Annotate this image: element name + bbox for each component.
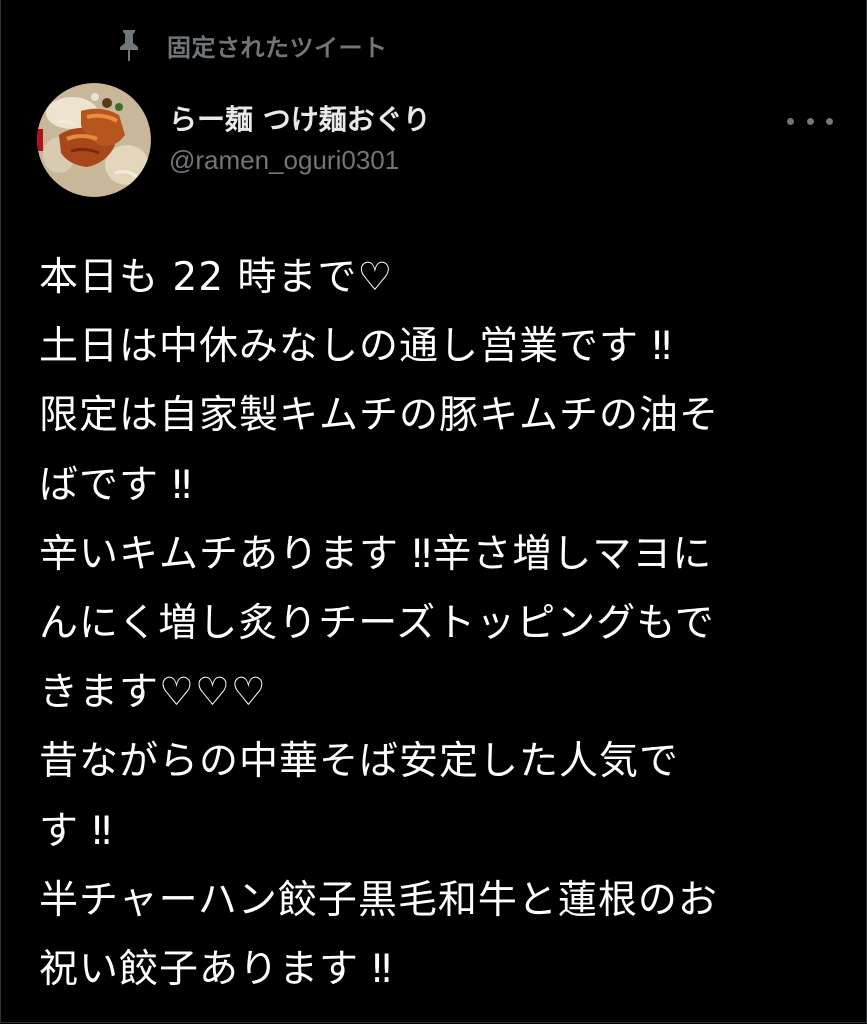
user-handle[interactable]: @ramen_oguri0301	[169, 142, 431, 178]
avatar[interactable]	[37, 83, 151, 197]
tweet-line: 本日も 22 時まで♡	[39, 255, 394, 300]
tweet-line: 土日は中休みなしの通し営業です ‼︎	[39, 324, 673, 370]
tweet-line: 半チャーハン餃子黒毛和牛と蓮根のお	[39, 877, 718, 923]
tweet-line: 限定は自家製キムチの豚キムチの油そ	[39, 393, 720, 439]
tweet-line: 辛いキムチあります ‼︎辛さ増しマヨに	[39, 531, 713, 577]
pinned-indicator: 固定されたツイート	[113, 26, 388, 64]
author-info[interactable]: らー麺 つけ麺おぐり @ramen_oguri0301	[169, 100, 431, 178]
tweet-line: 昔ながらの中華そば安定した人気で	[39, 739, 680, 785]
tweet-line: ばです ‼︎	[39, 462, 193, 508]
tweet-line: す ‼︎	[39, 808, 113, 854]
pin-icon	[113, 27, 145, 63]
pinned-label: 固定されたツイート	[167, 33, 388, 62]
tweet-line: 祝い餃子あります ‼︎	[39, 947, 393, 993]
tweet-container[interactable]: 固定されたツイート らー麺 つけ麺おぐり @ramen_oguri0301 本日…	[0, 0, 867, 1023]
display-name[interactable]: らー麺 つけ麺おぐり	[169, 100, 431, 140]
tweet-line: きます♡♡♡	[39, 670, 267, 716]
more-horizontal-icon	[787, 117, 794, 125]
more-options-button[interactable]	[787, 106, 833, 136]
tweet-line: んにく増し炙りチーズトッピングもで	[39, 601, 715, 647]
tweet-text: 本日も 22 時まで♡ 土日は中休みなしの通し営業です ‼︎ 限定は自家製キムチ…	[39, 243, 819, 1004]
